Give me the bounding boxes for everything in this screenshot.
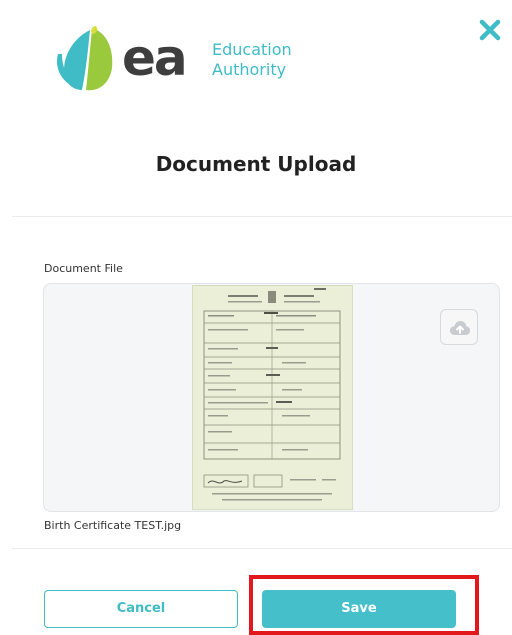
cloud-upload-icon [450, 321, 470, 335]
upload-button[interactable] [440, 309, 478, 345]
divider [12, 548, 512, 549]
logo-text-line1: Education [212, 40, 292, 59]
divider [12, 216, 512, 217]
logo-ea-text: ea [122, 29, 188, 87]
ea-logo-mark-icon [56, 26, 113, 91]
dialog-title: Document Upload [155, 152, 357, 176]
logo-org-name: Education Authority [212, 40, 292, 80]
ea-logo: ea Education Authority [52, 24, 312, 96]
document-file-label: Document File [44, 262, 123, 275]
save-button[interactable]: Save [262, 590, 456, 628]
uploaded-file-name: Birth Certificate TEST.jpg [44, 519, 182, 532]
close-icon[interactable] [478, 18, 502, 42]
cancel-button[interactable]: Cancel [44, 590, 238, 628]
logo-text-line2: Authority [212, 60, 287, 79]
document-preview-image [191, 284, 354, 511]
